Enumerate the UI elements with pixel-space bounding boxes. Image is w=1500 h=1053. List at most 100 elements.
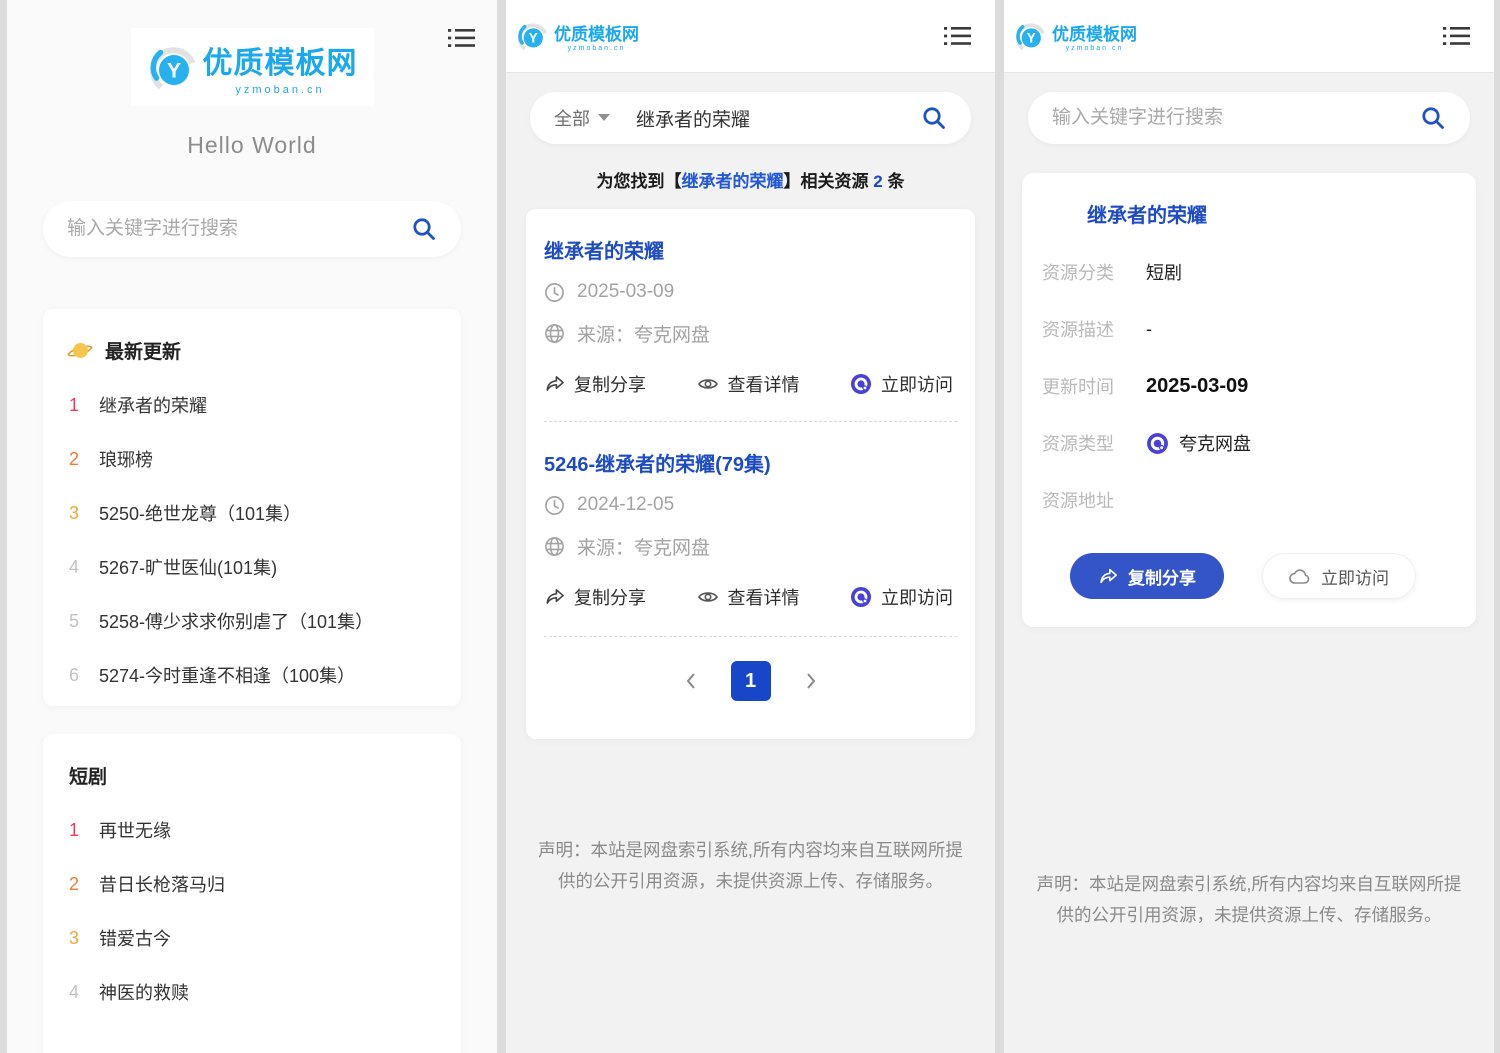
rank-number: 6 [69, 665, 89, 686]
panel-resource-detail: Y 优质模板网 yzmoban.cn [1004, 0, 1494, 1053]
entry-source: 来源：夸克网盘 [577, 533, 710, 560]
field-label: 资源分类 [1042, 259, 1128, 285]
search-button[interactable] [1420, 105, 1446, 131]
item-title: 再世无缘 [99, 817, 171, 843]
item-title: 5274-今时重逢不相逢（100集） [99, 662, 355, 688]
menu-button[interactable] [1439, 20, 1474, 52]
field-label: 资源描述 [1042, 316, 1128, 342]
field-value: 短剧 [1146, 259, 1182, 285]
copy-share-button[interactable]: 复制分享 [1070, 553, 1224, 599]
category-label: 全部 [554, 105, 590, 131]
eye-icon [697, 375, 719, 393]
chevron-left-icon [685, 672, 697, 690]
brand-y-icon: Y [147, 42, 197, 92]
chevron-right-icon [805, 672, 817, 690]
globe-icon [544, 323, 565, 344]
magnifier-icon [1420, 105, 1446, 131]
list-item[interactable]: 1 继承者的荣耀 [69, 392, 435, 418]
site-logo[interactable]: Y 优质模板网 yzmoban.cn [1014, 20, 1137, 52]
result-entry: 继承者的荣耀 2025-03-09 [544, 209, 957, 421]
list-item[interactable]: 6 5274-今时重逢不相逢（100集） [69, 662, 435, 688]
brand-name: 优质模板网 [1052, 20, 1137, 45]
entry-date-row: 2024-12-05 [544, 494, 957, 516]
short-drama-title: 短剧 [69, 762, 107, 789]
eye-icon [697, 588, 719, 606]
visit-now-button[interactable]: 立即访问 [1262, 553, 1416, 599]
svg-text:Y: Y [529, 31, 538, 46]
result-prefix: 为您找到【 [597, 172, 682, 191]
prev-page-button[interactable] [681, 668, 701, 694]
copy-share-label: 复制分享 [574, 371, 646, 397]
rank-number: 3 [69, 928, 89, 949]
clock-icon [544, 495, 565, 516]
site-logo[interactable]: Y 优质模板网 yzmoban.cn [131, 28, 374, 106]
brand-y-icon: Y [516, 20, 548, 52]
rank-number: 2 [69, 874, 89, 895]
menu-button[interactable] [444, 22, 479, 54]
list-item[interactable]: 4 5267-旷世医仙(101集) [69, 554, 435, 580]
search-input[interactable] [1052, 107, 1420, 129]
copy-share-link[interactable]: 复制分享 [544, 371, 646, 397]
field-label: 更新时间 [1042, 373, 1128, 399]
rank-number: 1 [69, 395, 89, 416]
panel-search-results: Y 优质模板网 yzmoban.cn [506, 0, 995, 1053]
result-keyword: 继承者的荣耀 [682, 172, 784, 191]
results-card: 继承者的荣耀 2025-03-09 [526, 209, 975, 739]
list-item[interactable]: 5 5258-傅少求求你别虐了（101集） [69, 608, 435, 634]
menu-button[interactable] [940, 20, 975, 52]
search-button[interactable] [921, 105, 947, 131]
view-detail-link[interactable]: 查看详情 [697, 584, 800, 610]
list-item[interactable]: 4 神医的救赎 [69, 979, 435, 1005]
disclaimer-text: 声明：本站是网盘索引系统,所有内容均来自互联网所提供的公开引用资源，未提供资源上… [531, 835, 971, 897]
panel-home: Y 优质模板网 yzmoban.cn Hello World [7, 0, 497, 1053]
list-item[interactable]: 3 5250-绝世龙尊（101集） [69, 500, 435, 526]
visit-now-link[interactable]: 立即访问 [850, 371, 953, 397]
brand-name: 优质模板网 [554, 20, 639, 45]
search-button[interactable] [411, 216, 437, 242]
rank-number: 5 [69, 611, 89, 632]
item-title: 错爱古今 [99, 925, 171, 951]
item-title: 5250-绝世龙尊（101集） [99, 500, 301, 526]
site-logo[interactable]: Y 优质模板网 yzmoban.cn [516, 20, 639, 52]
quark-disk-icon [850, 373, 872, 395]
field-value: - [1146, 319, 1152, 340]
planet-emoji-icon [69, 339, 93, 363]
svg-text:Y: Y [1027, 31, 1036, 46]
magnifier-icon [921, 105, 947, 131]
field-category: 资源分类 短剧 [1042, 259, 1456, 285]
list-menu-icon [1443, 24, 1470, 48]
copy-share-label: 复制分享 [1128, 564, 1196, 589]
list-item[interactable]: 1 再世无缘 [69, 817, 435, 843]
field-resource-address: 资源地址 [1042, 487, 1456, 513]
clock-icon [544, 282, 565, 303]
current-page-button[interactable]: 1 [731, 661, 771, 701]
list-item[interactable]: 3 错爱古今 [69, 925, 435, 951]
view-detail-link[interactable]: 查看详情 [697, 371, 800, 397]
resource-title: 继承者的荣耀 [1087, 199, 1456, 228]
entry-source: 来源：夸克网盘 [577, 320, 710, 347]
visit-now-link[interactable]: 立即访问 [850, 584, 953, 610]
share-arrow-icon [1098, 567, 1118, 586]
entry-title-link[interactable]: 5246-继承者的荣耀(79集) [544, 448, 957, 477]
result-count: 2 [873, 172, 882, 191]
result-suffix: 条 [883, 172, 905, 191]
copy-share-link[interactable]: 复制分享 [544, 584, 646, 610]
field-resource-type: 资源类型 夸克网盘 [1042, 430, 1456, 456]
item-title: 昔日长枪落马归 [99, 871, 225, 897]
category-dropdown[interactable]: 全部 [554, 105, 610, 131]
field-label: 资源地址 [1042, 487, 1128, 513]
quark-disk-icon [1146, 432, 1169, 455]
list-item[interactable]: 2 琅琊榜 [69, 446, 435, 472]
disclaimer-text: 声明：本站是网盘索引系统,所有内容均来自互联网所提供的公开引用资源，未提供资源上… [1029, 869, 1469, 931]
item-title: 琅琊榜 [99, 446, 153, 472]
search-input[interactable] [636, 107, 921, 129]
entry-title-link[interactable]: 继承者的荣耀 [544, 235, 957, 264]
view-detail-label: 查看详情 [728, 371, 800, 397]
list-item[interactable]: 2 昔日长枪落马归 [69, 871, 435, 897]
copy-share-label: 复制分享 [574, 584, 646, 610]
home-search-bar [43, 201, 461, 257]
search-input[interactable] [67, 218, 411, 240]
share-arrow-icon [544, 587, 565, 607]
result-entry: 5246-继承者的荣耀(79集) 2024-12-05 [544, 421, 957, 634]
next-page-button[interactable] [801, 668, 821, 694]
